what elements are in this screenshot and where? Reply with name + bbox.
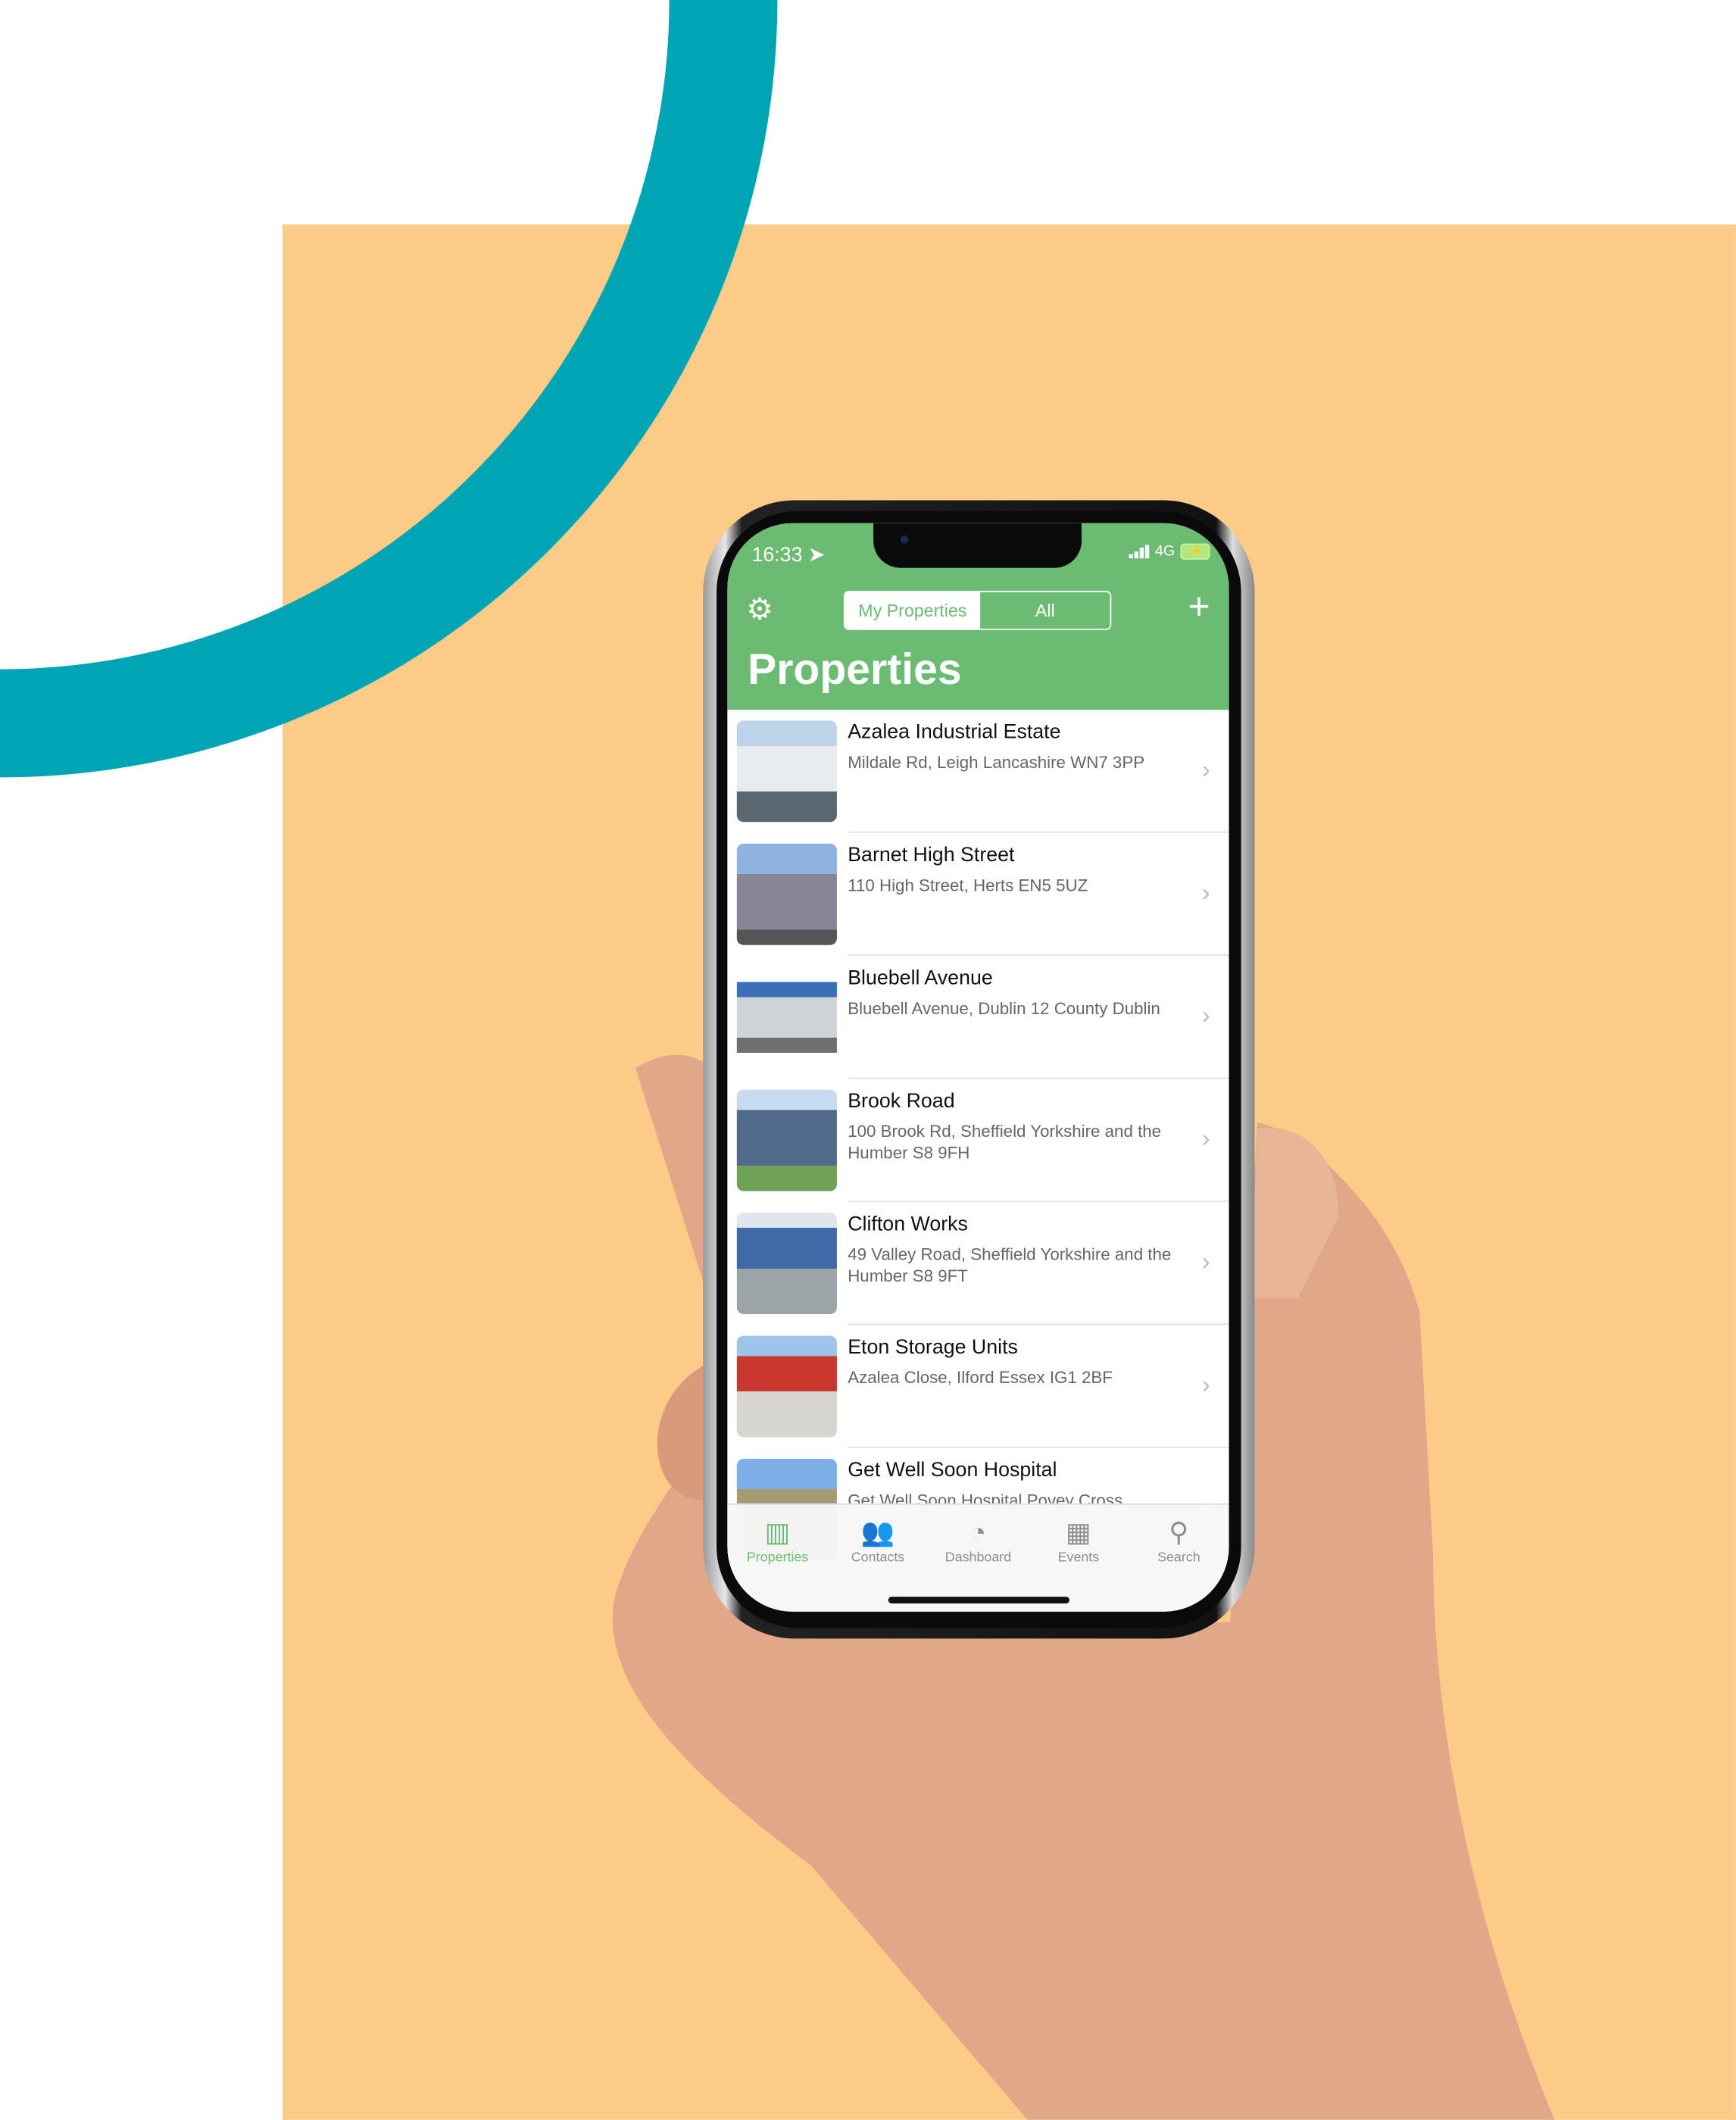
property-address: 100 Brook Rd, Sheffield Yorkshire and th…: [848, 1122, 1162, 1163]
tab-label: Contacts: [851, 1550, 905, 1566]
segment-my-properties[interactable]: My Properties: [845, 592, 981, 629]
chevron-right-icon: ›: [1201, 1125, 1210, 1152]
contacts-icon: 👥: [860, 1518, 895, 1548]
property-thumbnail: [736, 1213, 837, 1315]
chevron-right-icon: ›: [1201, 879, 1210, 906]
phone-screen: 16:33 ➤ 4G ⚡ ⚙ My Properties All + Prope…: [727, 523, 1229, 1612]
property-address: Mildale Rd, Leigh Lancashire WN7 3PP: [848, 753, 1145, 773]
property-thumbnail: [736, 843, 837, 945]
list-item[interactable]: Clifton Works 49 Valley Road, Sheffield Y…: [727, 1202, 1229, 1325]
property-name: Azalea Industrial Estate: [848, 720, 1061, 744]
property-name: Get Well Soon Hospital: [848, 1459, 1057, 1482]
property-address: 110 High Street, Herts EN5 5UZ: [848, 876, 1088, 895]
location-icon: ➤: [807, 543, 826, 567]
search-icon: ⚲: [1169, 1518, 1189, 1548]
property-list: Azalea Industrial Estate Mildale Rd, Leig…: [727, 710, 1229, 1572]
battery-icon: ⚡: [1180, 543, 1210, 560]
tab-label: Properties: [746, 1550, 809, 1566]
plus-icon[interactable]: +: [1188, 588, 1210, 626]
list-item[interactable]: Bluebell Avenue Bluebell Avenue, Dublin 1…: [727, 956, 1229, 1079]
network-label: 4G: [1154, 543, 1176, 560]
building-icon: ▥: [764, 1518, 791, 1548]
tab-search[interactable]: ⚲ Search: [1129, 1505, 1229, 1612]
chevron-right-icon: ›: [1201, 1370, 1210, 1398]
property-thumbnail: [736, 966, 837, 1069]
list-item[interactable]: Brook Road 100 Brook Rd, Sheffield Yorksh…: [727, 1079, 1229, 1202]
tab-properties[interactable]: ▥ Properties: [727, 1505, 827, 1612]
gauge-icon: ◔: [969, 1518, 987, 1548]
segment-all[interactable]: All: [980, 592, 1110, 629]
tab-label: Dashboard: [944, 1550, 1012, 1566]
home-indicator[interactable]: [888, 1597, 1069, 1604]
property-thumbnail: [736, 720, 837, 823]
property-address: Azalea Close, Ilford Essex IG1 2BF: [848, 1368, 1113, 1388]
calendar-clock-icon: ▦: [1066, 1518, 1091, 1548]
property-name: Bluebell Avenue: [848, 966, 993, 990]
tab-label: Events: [1057, 1550, 1100, 1566]
list-item[interactable]: Barnet High Street 110 High Street, Herts…: [727, 833, 1229, 956]
chevron-right-icon: ›: [1201, 1001, 1210, 1029]
property-name: Eton Storage Units: [848, 1335, 1018, 1359]
property-address: Bluebell Avenue, Dublin 12 County Dublin: [848, 999, 1160, 1019]
property-name: Clifton Works: [848, 1213, 968, 1236]
property-address: 49 Valley Road, Sheffield Yorkshire and …: [848, 1244, 1172, 1286]
tab-label: Search: [1157, 1550, 1201, 1566]
tab-contacts[interactable]: 👥 Contacts: [828, 1505, 928, 1612]
property-thumbnail: [736, 1335, 837, 1438]
property-thumbnail: [736, 1089, 837, 1191]
property-name: Barnet High Street: [848, 843, 1015, 867]
notch: [873, 523, 1082, 568]
segmented-control: My Properties All: [843, 591, 1112, 630]
stage: 16:33 ➤ 4G ⚡ ⚙ My Properties All + Prope…: [0, 0, 1736, 2120]
property-name: Brook Road: [848, 1089, 955, 1113]
tab-bar: ▥ Properties 👥 Contacts ◔ Dashboard ▦ Events…: [727, 1503, 1229, 1612]
list-item[interactable]: Azalea Industrial Estate Mildale Rd, Leig…: [727, 710, 1229, 833]
page-title: Properties: [748, 645, 962, 694]
gear-icon[interactable]: ⚙: [746, 595, 773, 624]
tab-dashboard[interactable]: ◔ Dashboard: [928, 1505, 1028, 1612]
status-time: 16:33: [751, 543, 803, 567]
signal-icon: [1129, 545, 1150, 559]
chevron-right-icon: ›: [1201, 1247, 1210, 1275]
chevron-right-icon: ›: [1201, 755, 1210, 783]
list-item[interactable]: Eton Storage Units Azalea Close, Ilford E…: [727, 1325, 1229, 1448]
tab-events[interactable]: ▦ Events: [1029, 1505, 1129, 1612]
